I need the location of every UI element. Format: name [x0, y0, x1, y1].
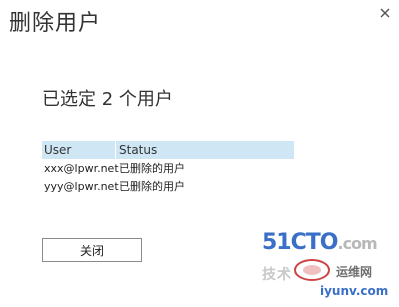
column-header-status: Status	[119, 143, 158, 157]
close-icon[interactable]	[377, 5, 393, 21]
dialog-title: 删除用户	[9, 11, 102, 36]
status-cell: 已删除的用户	[119, 162, 185, 175]
watermark-logo-icon	[292, 257, 332, 287]
delete-users-dialog: 删除用户 已选定 2 个用户 User Status xxx@lpwr.net …	[0, 0, 399, 307]
watermark-brand: 51CTO.com	[262, 230, 378, 255]
watermark-url: iyunv.com	[320, 284, 389, 298]
user-cell: yyy@lpwr.net	[44, 179, 119, 193]
watermark: 51CTO.com 技术 运维网 iyunv.com	[262, 230, 399, 307]
watermark-tagline: 技术	[262, 267, 292, 283]
table-row: xxx@lpwr.net 已删除的用户	[42, 159, 294, 177]
table-row: yyy@lpwr.net 已删除的用户	[42, 177, 294, 195]
user-cell: xxx@lpwr.net	[44, 161, 119, 175]
watermark-site-name: 运维网	[336, 265, 373, 279]
close-button[interactable]: 关闭	[42, 238, 142, 262]
watermark-brand-name: 51CTO	[262, 230, 338, 255]
status-cell: 已删除的用户	[119, 180, 185, 193]
watermark-brand-suffix: .com	[337, 234, 377, 253]
users-table: User Status xxx@lpwr.net 已删除的用户 yyy@lpwr…	[42, 141, 294, 195]
table-header: User Status	[42, 141, 294, 159]
column-header-user: User	[42, 141, 116, 159]
selection-summary: 已选定 2 个用户	[42, 89, 173, 110]
